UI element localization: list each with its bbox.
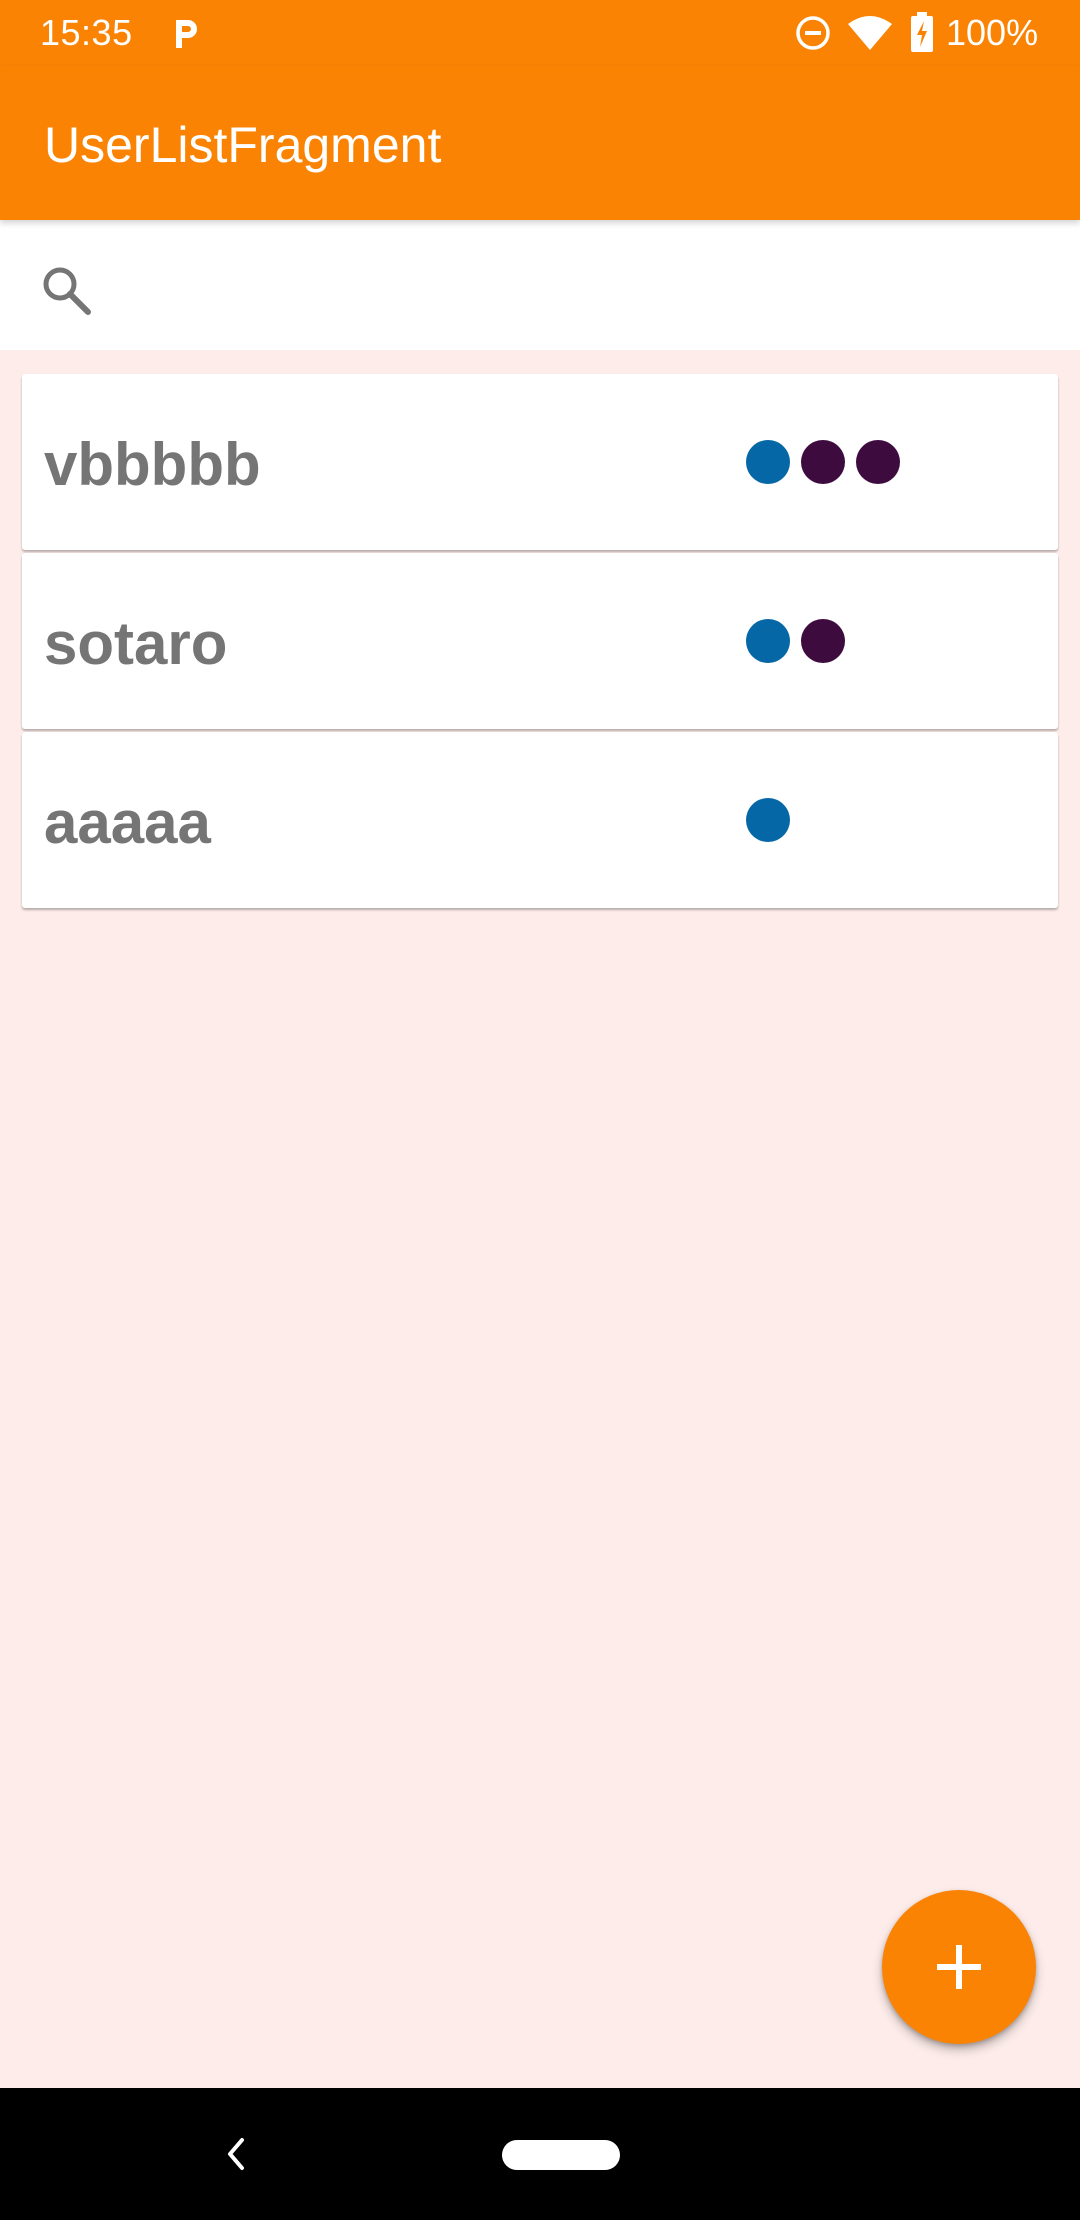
user-status-dots: [746, 440, 911, 484]
battery-charging-icon: [911, 12, 933, 52]
user-list-item[interactable]: vbbbbb: [22, 374, 1058, 550]
status-dot: [746, 619, 790, 663]
user-list-item[interactable]: sotaro: [22, 553, 1058, 729]
battery-percentage: 100%: [946, 12, 1039, 53]
search-input[interactable]: [110, 250, 1050, 320]
user-name: aaaaa: [44, 789, 211, 856]
home-pill[interactable]: [502, 2140, 620, 2170]
status-dot: [746, 798, 790, 842]
search-bar[interactable]: [0, 220, 1080, 350]
add-icon: [937, 1945, 981, 1989]
do-not-disturb-icon: [796, 16, 830, 50]
app-title: UserListFragment: [44, 117, 442, 173]
user-name: sotaro: [44, 610, 228, 677]
status-time: 15:35: [40, 12, 133, 53]
user-status-dots: [746, 619, 856, 663]
parking-icon: [176, 20, 197, 48]
user-name: vbbbbb: [44, 431, 261, 498]
status-dot: [856, 440, 900, 484]
status-bar: 15:35 100%: [0, 0, 1080, 66]
user-status-dots: [746, 798, 801, 842]
back-icon[interactable]: [220, 2132, 250, 2176]
app-bar: UserListFragment: [0, 66, 1080, 220]
status-dot: [801, 440, 845, 484]
wifi-icon: [848, 16, 892, 50]
navigation-bar: [0, 2088, 1080, 2220]
status-dot: [801, 619, 845, 663]
user-list: vbbbbb sotaro aaaaa: [22, 374, 1058, 911]
add-user-button[interactable]: [882, 1890, 1036, 2044]
user-list-item[interactable]: aaaaa: [22, 732, 1058, 908]
status-dot: [746, 440, 790, 484]
search-icon[interactable]: [38, 262, 94, 318]
app-screen: 15:35 100% UserListFragment vbbbbb sotar…: [0, 0, 1080, 2220]
